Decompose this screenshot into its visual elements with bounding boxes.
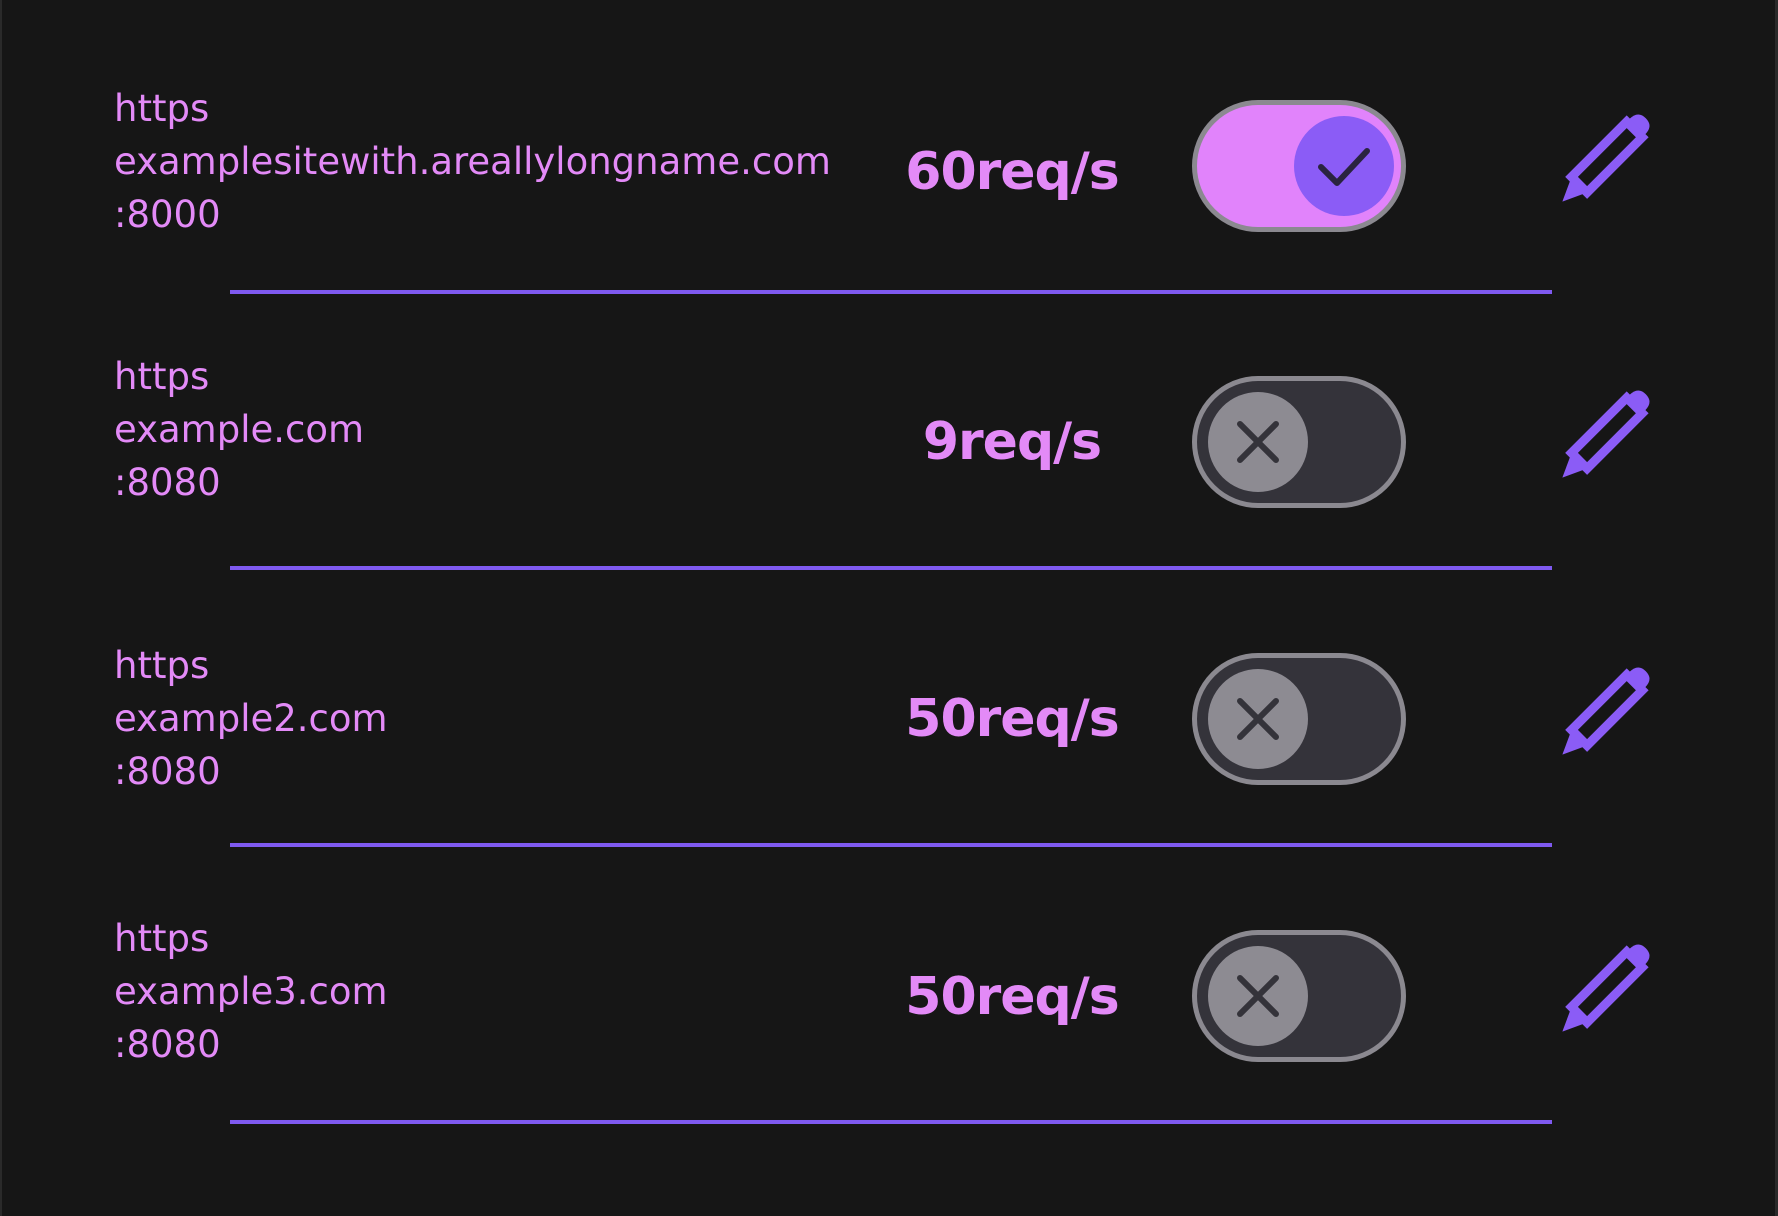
pencil-icon	[1562, 390, 1650, 478]
row-divider	[230, 566, 1552, 570]
rate-value: 9req/s	[922, 412, 1102, 472]
rate-value: 50req/s	[905, 689, 1119, 749]
edit-button[interactable]	[1542, 388, 1652, 498]
row-divider	[230, 290, 1552, 294]
edit-button[interactable]	[1542, 112, 1652, 222]
list-item: https example.com :8080 9req/s	[2, 350, 1778, 550]
list-item: https example2.com :8080 50req/s	[2, 639, 1778, 839]
x-icon	[1237, 975, 1279, 1017]
host-text: examplesitewith.areallylongname.com	[114, 140, 831, 183]
protocol-text: https	[114, 644, 210, 687]
toggle-knob	[1208, 669, 1308, 769]
rate-value: 50req/s	[905, 967, 1119, 1027]
host-text: example2.com	[114, 697, 388, 740]
protocol-text: https	[114, 87, 210, 130]
host-text: example3.com	[114, 970, 388, 1013]
host-text: example.com	[114, 408, 365, 451]
pencil-icon	[1562, 114, 1650, 202]
endpoint-url: https example.com :8080	[114, 350, 364, 509]
enable-toggle[interactable]	[1192, 100, 1406, 232]
enable-toggle[interactable]	[1192, 653, 1406, 785]
check-icon	[1318, 148, 1370, 186]
endpoint-url: https example3.com :8080	[114, 912, 388, 1071]
port-text: :8000	[114, 193, 221, 236]
protocol-text: https	[114, 917, 210, 960]
protocol-text: https	[114, 355, 210, 398]
rate-value: 60req/s	[905, 142, 1119, 202]
row-divider	[230, 843, 1552, 847]
endpoint-url: https example2.com :8080	[114, 639, 388, 798]
toggle-knob	[1294, 116, 1394, 216]
row-divider	[230, 1120, 1552, 1124]
x-icon	[1237, 421, 1279, 463]
x-icon	[1237, 698, 1279, 740]
list-item: https examplesitewith.areallylongname.co…	[2, 82, 1778, 282]
pencil-icon	[1562, 944, 1650, 1032]
enable-toggle[interactable]	[1192, 376, 1406, 508]
port-text: :8080	[114, 1023, 221, 1066]
toggle-knob	[1208, 946, 1308, 1046]
port-text: :8080	[114, 750, 221, 793]
endpoint-url: https examplesitewith.areallylongname.co…	[114, 82, 831, 241]
rate-limit-list: https examplesitewith.areallylongname.co…	[0, 0, 1778, 1216]
edit-button[interactable]	[1542, 665, 1652, 775]
toggle-knob	[1208, 392, 1308, 492]
port-text: :8080	[114, 461, 221, 504]
pencil-icon	[1562, 667, 1650, 755]
list-item: https example3.com :8080 50req/s	[2, 912, 1778, 1112]
edit-button[interactable]	[1542, 942, 1652, 1052]
enable-toggle[interactable]	[1192, 930, 1406, 1062]
